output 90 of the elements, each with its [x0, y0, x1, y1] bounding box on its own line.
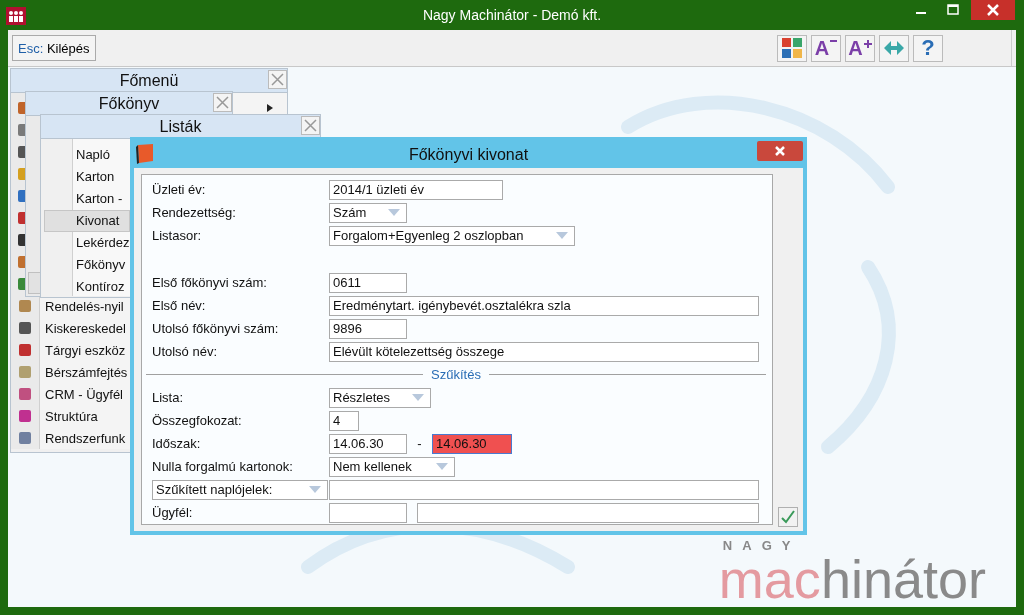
- module-icon: [18, 256, 25, 268]
- dropdown-arrow-icon: [412, 394, 424, 401]
- field-label: Ügyfél:: [152, 505, 194, 520]
- logo-wordmark: machinátor: [718, 553, 986, 605]
- dropdown-arrow-icon: [388, 209, 400, 216]
- module-icon: [18, 102, 25, 114]
- double-arrow-icon: [883, 41, 905, 55]
- module-icon: [18, 190, 25, 202]
- field-label: Nulla forgalmú kartonok:: [152, 459, 294, 474]
- range-separator: -: [416, 436, 423, 451]
- dialog-title: Főkönyvi kivonat: [408, 145, 529, 164]
- module-icon: [18, 278, 25, 290]
- menu-item[interactable]: Lekérdez: [44, 232, 130, 254]
- module-icon: [18, 168, 25, 180]
- close-icon[interactable]: [971, 0, 1015, 20]
- menu-item[interactable]: Napló: [44, 144, 130, 166]
- dropdown-arrow-icon: [436, 463, 448, 470]
- resize-button[interactable]: [879, 34, 909, 62]
- dropdown[interactable]: Forgalom+Egyenleg 2 oszlopban: [329, 225, 575, 246]
- menu-item[interactable]: Rendelés-nyil: [45, 298, 124, 314]
- section-title: Szűkítés: [430, 367, 482, 382]
- menu-item[interactable]: Kiskereskedel: [45, 320, 126, 336]
- field-label: Időszak:: [152, 436, 202, 451]
- dropdown[interactable]: Szám: [329, 202, 407, 223]
- module-icon: [18, 387, 32, 401]
- module-icon: [18, 343, 32, 357]
- tiles-button[interactable]: [777, 34, 807, 62]
- app-logo-icon: [6, 6, 26, 25]
- module-icon: [18, 409, 32, 423]
- field-label: Rendezettség:: [152, 205, 237, 220]
- font-smaller-button[interactable]: A: [811, 34, 841, 62]
- dropdown-arrow-icon: [309, 486, 321, 493]
- field-label: Üzleti év:: [152, 182, 207, 197]
- input-field[interactable]: [329, 479, 759, 500]
- window-title: Nagy Machinátor - Demó kft.: [422, 7, 602, 23]
- confirm-button[interactable]: [778, 507, 798, 527]
- menu-item[interactable]: Struktúra: [45, 408, 98, 424]
- module-icon: [18, 431, 32, 445]
- input-field[interactable]: 2014/1 üzleti év: [329, 179, 503, 200]
- logo-tagline: NAGY: [722, 539, 802, 553]
- input-field[interactable]: 4: [329, 410, 359, 431]
- font-larger-button[interactable]: A: [845, 34, 875, 62]
- input-field[interactable]: Eredménytart. igénybevét.osztalékra szla: [329, 295, 759, 316]
- module-icon: [18, 212, 25, 224]
- window-title: Főmenü: [119, 71, 179, 90]
- dropdown[interactable]: Szűkített naplójelek:: [152, 479, 328, 500]
- menu-item[interactable]: Főkönyv: [44, 254, 130, 276]
- input-field[interactable]: 9896: [329, 318, 407, 339]
- menu-item[interactable]: Kontíroz: [44, 276, 130, 298]
- module-icon: [18, 146, 25, 158]
- book-icon: [135, 143, 155, 165]
- menu-item[interactable]: Karton: [44, 166, 130, 188]
- date-field[interactable]: 14.06.30: [329, 433, 407, 454]
- exit-button[interactable]: Esc: Kilépés: [12, 35, 96, 61]
- input-field[interactable]: [329, 502, 407, 523]
- close-icon[interactable]: [301, 116, 320, 135]
- field-label: Lista:: [152, 390, 185, 405]
- menu-item[interactable]: Bérszámfejtés: [45, 364, 128, 380]
- help-button[interactable]: ?: [913, 34, 943, 62]
- dropdown[interactable]: Részletes: [329, 387, 431, 408]
- menu-item[interactable]: Karton -: [44, 188, 130, 210]
- window-title: Listák: [159, 117, 202, 136]
- input-field[interactable]: [417, 502, 759, 523]
- field-label: Első főkönyvi szám:: [152, 275, 268, 290]
- input-field[interactable]: 0611: [329, 272, 407, 293]
- module-icon: [18, 234, 25, 246]
- field-label: Első név:: [152, 298, 207, 313]
- field-label: Összegfokozat:: [152, 413, 243, 428]
- close-icon[interactable]: [757, 141, 803, 161]
- module-icon: [18, 124, 25, 136]
- field-label: Utolsó név:: [152, 344, 219, 359]
- menu-item[interactable]: Rendszerfunk: [45, 430, 126, 446]
- module-icon: [18, 299, 32, 313]
- menu-item[interactable]: Kivonat: [44, 210, 130, 232]
- dropdown[interactable]: Nem kellenek: [329, 456, 455, 477]
- close-icon[interactable]: [213, 93, 232, 112]
- plus-icon: [863, 39, 872, 48]
- menu-item[interactable]: CRM - Ügyfél: [45, 386, 123, 402]
- submenu-arrow-icon: [267, 104, 273, 112]
- module-icon: [18, 365, 32, 379]
- module-icon: [18, 321, 32, 335]
- window-title: Főkönyv: [98, 94, 160, 113]
- dropdown-arrow-icon: [556, 232, 568, 239]
- menu-item[interactable]: Tárgyi eszköz: [45, 342, 126, 358]
- field-label: Listasor:: [152, 228, 203, 243]
- field-label: Utolsó főkönyvi szám:: [152, 321, 280, 336]
- input-field[interactable]: Elévült kötelezettség összege: [329, 341, 759, 362]
- minus-icon: [830, 39, 838, 42]
- date-field[interactable]: 14.06.30: [432, 433, 512, 454]
- close-icon[interactable]: [268, 70, 287, 89]
